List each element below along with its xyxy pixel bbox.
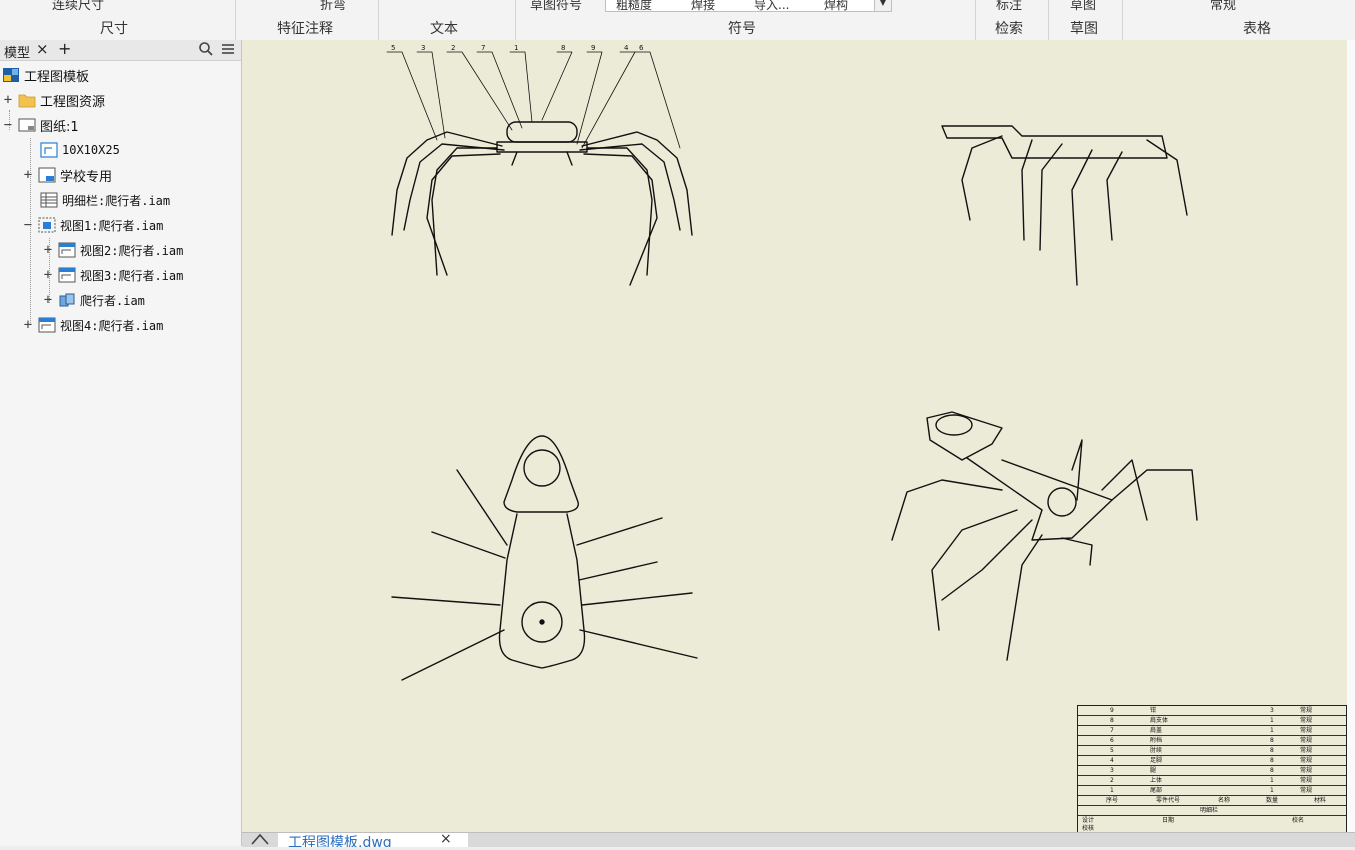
table-row: 3 腿 8 常规 (1078, 766, 1346, 776)
divider (1048, 0, 1049, 40)
collapse-icon[interactable]: − (22, 217, 34, 233)
drawing-view-front[interactable] (391, 121, 693, 286)
group-retrieve: 检索 (995, 21, 1023, 37)
tree-item-view3[interactable]: + 视图3:爬行者.iam (42, 264, 184, 286)
weld-bead-symbol[interactable]: 焊构 (824, 0, 848, 13)
table-row: 7 肩盖 1 常规 (1078, 726, 1346, 736)
tree-item-view2[interactable]: + 视图2:爬行者.iam (42, 239, 184, 261)
continuous-dimension-button[interactable]: 连续尺寸 (52, 0, 104, 13)
table-row: 2 上体 1 常规 (1078, 776, 1346, 786)
drawing-template-icon (2, 67, 20, 83)
balloon-numbers: 5 3 2 7 1 8 9 4 6 (391, 44, 644, 52)
divider (235, 0, 236, 40)
balloon-8[interactable]: 8 (561, 44, 565, 52)
collapse-icon[interactable]: − (2, 117, 14, 133)
group-dimension: 尺寸 (100, 21, 128, 37)
balloon-9[interactable]: 9 (591, 44, 595, 52)
tree-item-resources[interactable]: + 工程图资源 (2, 89, 105, 111)
group-table: 表格 (1243, 21, 1271, 37)
table-caption: 明细栏 (1078, 806, 1346, 816)
balloon-leaders (386, 51, 681, 149)
tree-item-drawing[interactable]: 工程图模板 (2, 64, 89, 86)
chevron-down-icon[interactable]: ▼ (874, 0, 891, 11)
home-icon[interactable] (250, 831, 270, 850)
symbol-gallery[interactable]: 粗糙度 焊接 导入... 焊构 ▼ (605, 0, 892, 12)
tree-item-view4[interactable]: + 视图4:爬行者.iam (22, 314, 164, 336)
balloon-7[interactable]: 7 (481, 44, 485, 52)
divider (975, 0, 976, 40)
expand-icon[interactable]: + (22, 167, 34, 183)
parts-list-table[interactable]: 9 钳 3 常规 8 肩支体 1 常规 7 肩盖 1 常规 6 附档 8 常规 … (1077, 705, 1347, 834)
annotate-button[interactable]: 标注 (996, 0, 1022, 13)
parts-list-icon (40, 192, 58, 208)
balloon-3[interactable]: 3 (421, 44, 425, 52)
sheet-icon (18, 117, 36, 133)
drawing-view-side[interactable] (941, 125, 1188, 286)
tree-item-border[interactable]: 10X10X25 (24, 139, 120, 161)
close-icon[interactable]: × (440, 833, 452, 847)
model-browser: 模型 × + 工程图模板 + 工程图资源 − 图纸:1 10X10X25 + 学… (0, 39, 242, 846)
divider (378, 0, 379, 40)
projected-view-icon (58, 242, 76, 258)
document-tab[interactable]: 工程图模板.dwg × (278, 833, 468, 847)
divider (1122, 0, 1123, 40)
drawing-view-top[interactable] (391, 435, 698, 681)
table-row: 8 肩支体 1 常规 (1078, 716, 1346, 726)
tab-model[interactable]: 模型 (4, 42, 30, 61)
import-symbol[interactable]: 导入... (754, 0, 789, 13)
tree-item-assembly[interactable]: + 爬行者.iam (42, 289, 145, 311)
titleblock-icon (38, 167, 56, 183)
balloon-4[interactable]: 4 (624, 44, 629, 52)
tree-item-titleblock[interactable]: + 学校专用 (22, 164, 112, 186)
table-row: 9 钳 3 常规 (1078, 706, 1346, 716)
balloon-5[interactable]: 5 (391, 44, 395, 52)
vertical-scrollbar[interactable] (1347, 40, 1355, 832)
roughness-symbol[interactable]: 粗糙度 (616, 0, 652, 13)
expand-icon[interactable]: + (42, 242, 54, 258)
group-symbols: 符号 (728, 21, 756, 37)
assembly-icon (58, 292, 76, 308)
sketch-symbol-label: 草图符号 (530, 0, 583, 13)
border-icon (40, 142, 58, 158)
table-row: 5 肘续 8 常规 (1078, 746, 1346, 756)
document-tabs: 工程图模板.dwg × (242, 832, 1355, 847)
balloon-1[interactable]: 1 (514, 44, 518, 52)
balloon-2[interactable]: 2 (451, 44, 455, 52)
table-row: 4 足脚 8 常规 (1078, 756, 1346, 766)
group-text: 文本 (430, 21, 458, 37)
expand-icon[interactable]: + (42, 267, 54, 283)
tree-item-parts-list[interactable]: 明细栏:爬行者.iam (24, 189, 170, 211)
expand-icon[interactable]: + (22, 317, 34, 333)
tree-item-sheet[interactable]: − 图纸:1 (2, 114, 79, 136)
expand-icon[interactable]: + (2, 92, 14, 108)
sketch-button[interactable]: 草图 (1070, 0, 1096, 13)
general-table-button[interactable]: 常规 (1210, 0, 1236, 13)
projected-view-icon (38, 317, 56, 333)
group-sketch: 草图 (1070, 21, 1098, 37)
table-row: 1 尾部 1 常规 (1078, 786, 1346, 796)
tree-item-view1[interactable]: − 视图1:爬行者.iam (22, 214, 164, 236)
ribbon: 连续尺寸 折弯 草图符号 粗糙度 焊接 导入... 焊构 ▼ 标注 草图 常规 … (0, 0, 1355, 41)
weld-symbol[interactable]: 焊接 (691, 0, 715, 13)
close-icon[interactable]: × (36, 40, 49, 58)
balloon-6[interactable]: 6 (639, 44, 644, 52)
drawing-view-isometric[interactable] (891, 411, 1198, 661)
projected-view-icon (58, 267, 76, 283)
browser-tabs: 模型 × + (0, 39, 241, 61)
expand-icon[interactable]: + (42, 292, 54, 308)
table-header: 序号 零件代号 名称 数量 材料 (1078, 796, 1346, 806)
add-tab-icon[interactable]: + (58, 39, 71, 58)
search-icon[interactable] (198, 41, 214, 61)
folder-icon (18, 92, 36, 108)
divider (515, 0, 516, 40)
bend-button[interactable]: 折弯 (320, 0, 346, 13)
group-feature-notes: 特征注释 (277, 21, 333, 37)
menu-icon[interactable] (220, 41, 236, 61)
table-row: 6 附档 8 常规 (1078, 736, 1346, 746)
base-view-icon (38, 217, 56, 233)
